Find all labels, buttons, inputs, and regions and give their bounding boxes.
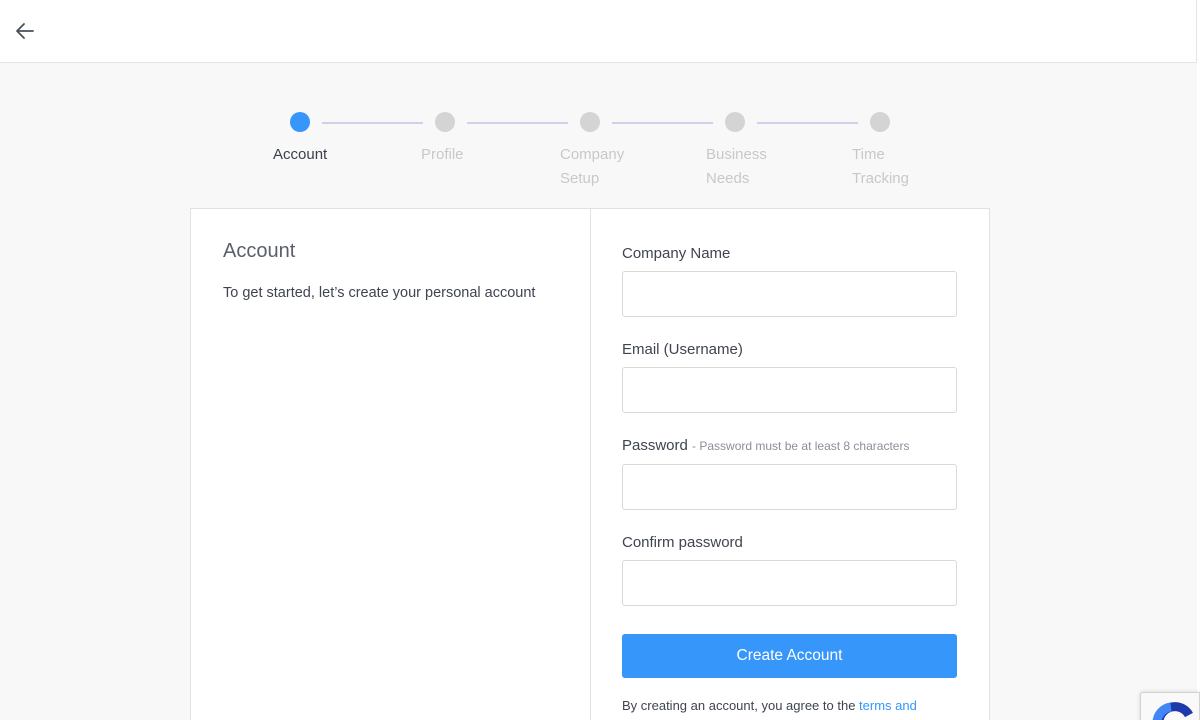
terms-link[interactable]: terms and <box>859 698 917 713</box>
step-connector <box>322 122 423 124</box>
card-divider <box>590 209 591 720</box>
terms-notice: By creating an account, you agree to the… <box>622 698 917 713</box>
password-label: Password <box>622 437 688 454</box>
step-dot <box>435 112 455 132</box>
email-label: Email (Username) <box>622 341 743 358</box>
step-dot <box>725 112 745 132</box>
step-connector <box>757 122 858 124</box>
step-label: Time Tracking <box>852 146 909 187</box>
create-account-button[interactable]: Create Account <box>622 634 957 678</box>
company-name-label: Company Name <box>622 245 731 262</box>
password-label-row: Password - Password must be at least 8 c… <box>622 437 909 454</box>
section-title: Account <box>223 240 296 262</box>
step-connector <box>467 122 568 124</box>
step-dot <box>870 112 890 132</box>
step-dot <box>290 112 310 132</box>
recaptcha-badge[interactable] <box>1140 692 1200 720</box>
password-input[interactable] <box>622 464 957 510</box>
step-dot <box>580 112 600 132</box>
email-input[interactable] <box>622 367 957 413</box>
signup-card: Account To get started, let’s create you… <box>190 208 990 720</box>
confirm-password-label: Confirm password <box>622 534 743 551</box>
step-connector <box>612 122 713 124</box>
company-name-input[interactable] <box>622 271 957 317</box>
recaptcha-icon <box>1152 702 1193 720</box>
step-label: Business Needs <box>706 146 767 187</box>
confirm-password-input[interactable] <box>622 560 957 606</box>
terms-prefix: By creating an account, you agree to the <box>622 698 860 713</box>
password-hint: - Password must be at least 8 characters <box>692 439 910 453</box>
section-description: To get started, let’s create your person… <box>223 285 536 301</box>
signup-stepper: Account Profile Company Setup Business N… <box>0 0 1197 200</box>
step-label: Profile <box>421 146 464 163</box>
step-label: Account <box>273 146 328 163</box>
step-label: Company Setup <box>560 146 625 187</box>
